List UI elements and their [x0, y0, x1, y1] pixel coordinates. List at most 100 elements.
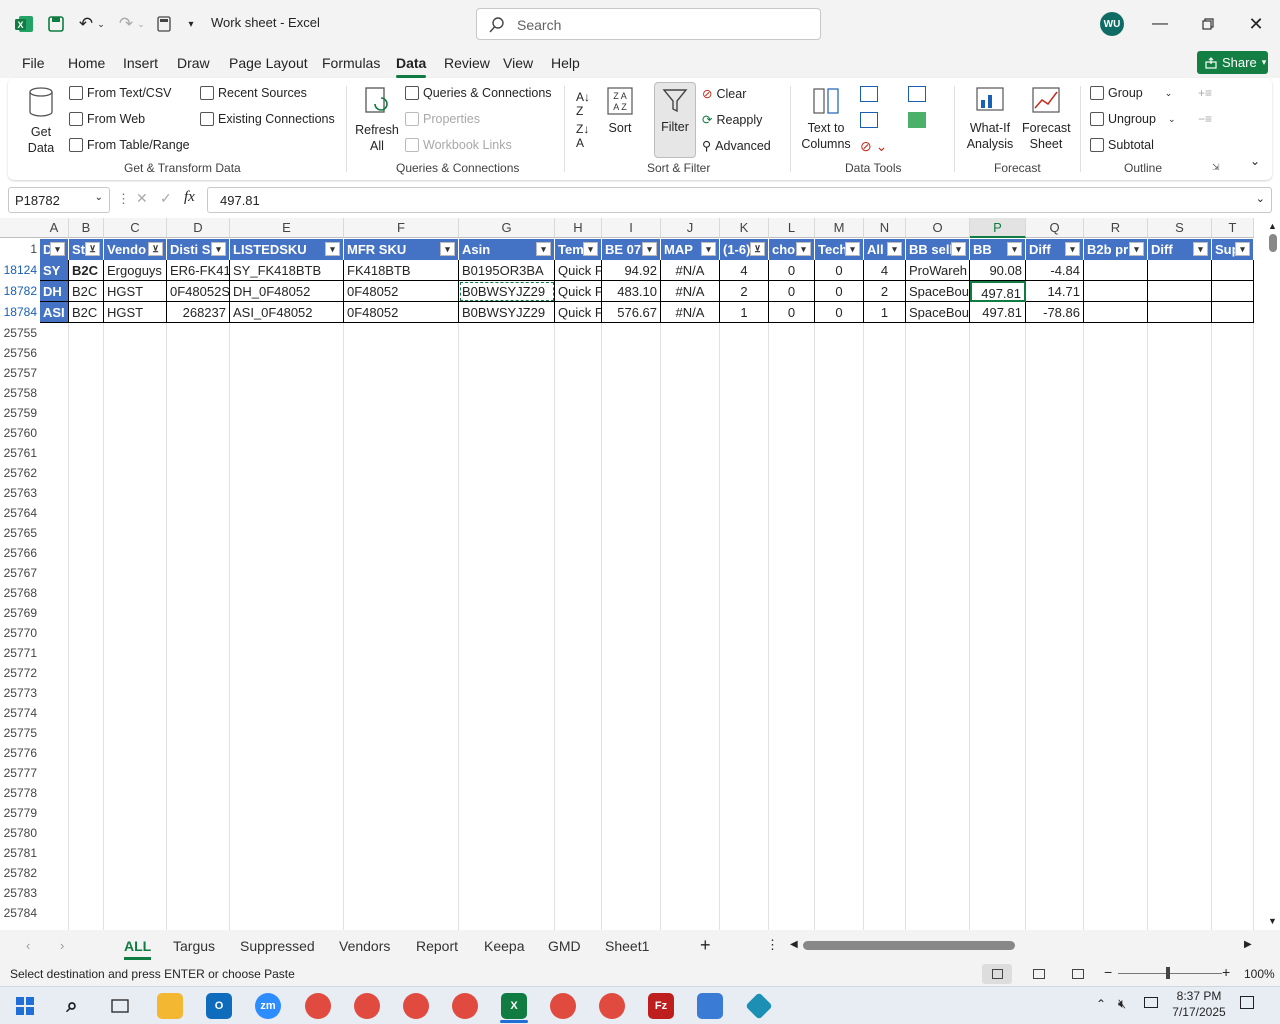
get-data-button[interactable]: Get Data — [26, 86, 56, 156]
tab-data[interactable]: Data — [396, 55, 427, 78]
table-cell[interactable]: ASI — [40, 302, 69, 323]
zoom-out-icon[interactable]: − — [1104, 964, 1112, 980]
horizontal-scroll-thumb[interactable] — [803, 941, 1015, 950]
name-box[interactable]: P18782 ⌄ — [8, 187, 110, 213]
table-cell[interactable]: B2C — [69, 281, 104, 302]
table-cell[interactable]: ASI_0F48052 — [230, 302, 344, 323]
page-break-view-icon[interactable] — [1072, 969, 1084, 979]
page-layout-view-icon[interactable] — [1033, 969, 1045, 979]
tab-page-layout[interactable]: Page Layout — [229, 55, 308, 71]
row-header[interactable]: 25764 — [0, 503, 40, 523]
column-header-i[interactable]: I — [602, 218, 661, 238]
scroll-left-icon[interactable]: ◀ — [790, 939, 798, 950]
table-header-cell[interactable]: cho ▾ — [769, 239, 815, 260]
calculator-app-icon[interactable] — [697, 993, 723, 1019]
table-header-cell[interactable]: Sup ▾ — [1212, 239, 1254, 260]
chrome-icon[interactable] — [305, 993, 331, 1019]
more-options-icon[interactable]: ⋮ — [117, 191, 130, 207]
filter-dropdown-icon[interactable]: ▾ — [50, 242, 65, 256]
row-header[interactable]: 25782 — [0, 863, 40, 883]
table-cell[interactable] — [1148, 260, 1212, 281]
tab-formulas[interactable]: Formulas — [322, 55, 380, 71]
row-header[interactable]: 25755 — [0, 323, 40, 343]
zoom-app-icon[interactable]: zm — [255, 993, 281, 1019]
table-cell[interactable] — [1212, 281, 1254, 302]
filter-dropdown-icon[interactable]: ▾ — [440, 242, 455, 256]
share-button[interactable]: Share ▾ — [1197, 51, 1268, 74]
table-cell[interactable]: Quick F — [555, 281, 602, 302]
table-cell[interactable]: -78.86 — [1026, 302, 1084, 323]
table-header-cell[interactable]: D ▾ — [40, 239, 69, 260]
calculator-icon[interactable] — [152, 12, 176, 36]
forecast-sheet-button[interactable]: Forecast Sheet — [1022, 86, 1071, 152]
row-header[interactable]: 25767 — [0, 563, 40, 583]
table-cell[interactable]: DH — [40, 281, 69, 302]
row-header[interactable]: 25778 — [0, 783, 40, 803]
table-cell[interactable] — [1148, 302, 1212, 323]
filter-dropdown-icon[interactable]: ⊻ — [750, 242, 765, 256]
table-cell[interactable]: ER6-FK418 — [167, 260, 230, 281]
column-header-q[interactable]: Q — [1026, 218, 1084, 238]
row-header[interactable]: 25768 — [0, 583, 40, 603]
tab-review[interactable]: Review — [444, 55, 490, 71]
table-header-cell[interactable]: St ⊻ — [69, 239, 104, 260]
formula-input[interactable]: 497.81 ⌄ — [207, 187, 1272, 213]
windows-start-icon[interactable] — [12, 993, 38, 1019]
row-header[interactable]: 25780 — [0, 823, 40, 843]
table-header-cell[interactable]: B2b pr ▾ — [1084, 239, 1148, 260]
recent-sources-button[interactable]: Recent Sources — [200, 86, 307, 100]
column-header-m[interactable]: M — [815, 218, 864, 238]
scroll-down-icon[interactable]: ▼ — [1268, 916, 1277, 926]
column-header-g[interactable]: G — [459, 218, 555, 238]
select-all-corner[interactable] — [0, 218, 40, 238]
sheet-tab-targus[interactable]: Targus — [173, 938, 215, 954]
column-header-b[interactable]: B — [69, 218, 104, 238]
row-header[interactable]: 25774 — [0, 703, 40, 723]
refresh-all-button[interactable]: Refresh All — [355, 86, 399, 154]
vertical-scroll-thumb[interactable] — [1269, 234, 1277, 252]
zoom-level[interactable]: 100% — [1244, 967, 1275, 981]
table-cell[interactable]: DH_0F48052 — [230, 281, 344, 302]
excel-taskbar-icon[interactable]: X — [501, 993, 527, 1019]
filter-dropdown-icon[interactable]: ▾ — [642, 242, 657, 256]
table-header-cell[interactable]: Tem ▾ — [555, 239, 602, 260]
clock-date[interactable]: 7/17/2025 — [1166, 1005, 1232, 1019]
row-header[interactable]: 1 — [0, 239, 40, 259]
data-validation-icon[interactable]: ⊘ ⌄ — [860, 138, 887, 155]
row-header[interactable]: 18784 — [0, 302, 40, 322]
tab-insert[interactable]: Insert — [123, 55, 158, 71]
row-header[interactable]: 25784 — [0, 903, 40, 923]
table-header-cell[interactable]: LISTEDSKU ▾ — [230, 239, 344, 260]
table-header-cell[interactable]: MFR SKU ▾ — [344, 239, 459, 260]
filter-dropdown-icon[interactable]: ▾ — [1065, 242, 1080, 256]
zoom-slider-thumb[interactable] — [1166, 967, 1170, 979]
network-icon[interactable] — [1144, 997, 1158, 1008]
table-cell[interactable]: B2C — [69, 260, 104, 281]
avatar[interactable]: WU — [1100, 12, 1124, 36]
filter-dropdown-icon[interactable]: ▾ — [796, 242, 811, 256]
insert-function-icon[interactable]: fx — [184, 189, 195, 206]
row-header[interactable]: 25759 — [0, 403, 40, 423]
clear-filter-button[interactable]: ⊘ Clear — [702, 86, 746, 102]
copied-cell[interactable]: B0BWSYJZ29 — [459, 281, 555, 302]
table-header-cell[interactable]: BE 07: ▾ — [602, 239, 661, 260]
filter-dropdown-icon[interactable]: ▾ — [1193, 242, 1208, 256]
table-cell[interactable]: 4 — [720, 260, 769, 281]
filter-dropdown-icon[interactable]: ▾ — [951, 242, 966, 256]
table-cell[interactable]: #N/A — [661, 281, 720, 302]
scroll-up-icon[interactable]: ▲ — [1268, 221, 1277, 231]
row-header[interactable]: 25765 — [0, 523, 40, 543]
table-cell[interactable] — [1084, 260, 1148, 281]
table-cell[interactable]: 2 — [864, 281, 906, 302]
dialog-launcher-icon[interactable]: ⇲ — [1212, 162, 1220, 173]
chrome-icon[interactable] — [550, 993, 576, 1019]
column-header-n[interactable]: N — [864, 218, 906, 238]
table-header-cell[interactable]: MAP ▾ — [661, 239, 720, 260]
speaker-muted-icon[interactable]: 🔇︎ — [1118, 996, 1126, 1012]
table-cell[interactable]: SpaceBou — [906, 281, 970, 302]
table-cell[interactable]: 576.67 — [602, 302, 661, 323]
remove-duplicates-icon[interactable] — [860, 112, 878, 128]
table-header-cell[interactable]: (1-6) ⊻ — [720, 239, 769, 260]
filter-dropdown-icon[interactable]: ▾ — [1129, 242, 1144, 256]
manage-data-model-icon[interactable] — [908, 112, 926, 128]
